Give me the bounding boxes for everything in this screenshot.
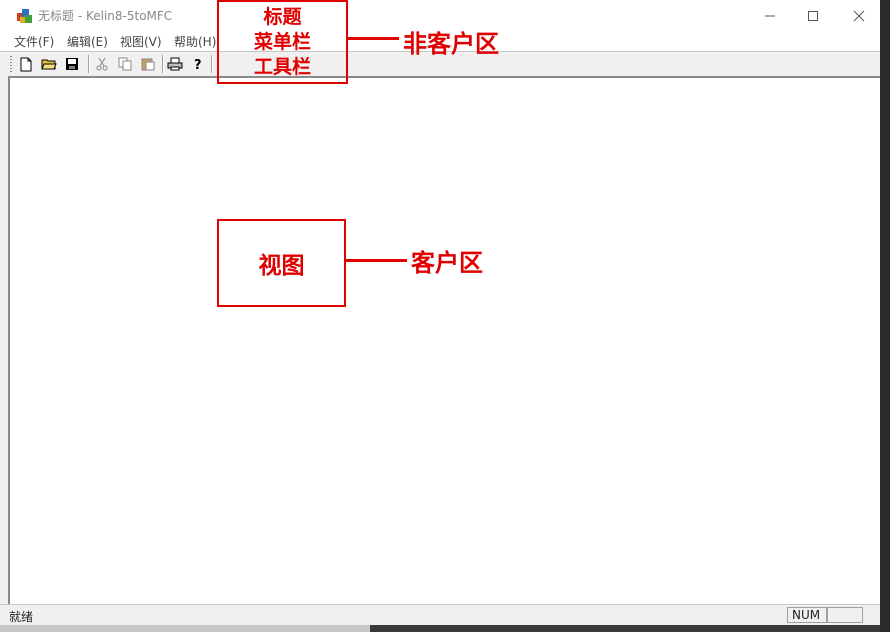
- annotation-title-text: 标题: [263, 5, 302, 28]
- help-button[interactable]: ?: [189, 55, 207, 73]
- paste-button[interactable]: [139, 55, 157, 73]
- window-title: 无标题 - Kelin8-5toMFC: [38, 9, 173, 23]
- minimize-button[interactable]: [747, 0, 793, 31]
- print-icon: [167, 57, 183, 71]
- close-button[interactable]: [836, 0, 882, 31]
- menu-file[interactable]: 文件(F): [14, 33, 54, 50]
- toolbar-separator: [88, 55, 90, 73]
- open-button[interactable]: [40, 55, 58, 73]
- mfc-app-icon: [16, 7, 34, 25]
- maximize-button[interactable]: [790, 0, 836, 31]
- copy-button[interactable]: [116, 55, 134, 73]
- annotation-label-client: 客户区: [411, 249, 483, 277]
- toolbar-separator: [211, 55, 213, 73]
- desktop-background-right: [880, 0, 890, 632]
- copy-icon: [118, 57, 132, 71]
- annotation-line-nonclient: [347, 37, 399, 40]
- close-icon: [853, 10, 865, 21]
- annotation-label-nonclient: 非客户区: [403, 30, 499, 58]
- desktop-background-bottom: [0, 624, 880, 632]
- status-bar: 就绪 NUM: [0, 604, 880, 625]
- open-folder-icon: [41, 59, 57, 70]
- status-pane-empty: [827, 607, 863, 623]
- status-text: 就绪: [9, 610, 34, 624]
- annotation-line-client: [345, 259, 407, 262]
- new-button[interactable]: [17, 55, 35, 73]
- app-window: 无标题 - Kelin8-5toMFC 文件(F) 编辑(E) 视图(V) 帮助…: [0, 0, 882, 625]
- annotation-box-nonclient: 标题 菜单栏 工具栏: [217, 0, 348, 84]
- maximize-icon: [808, 10, 818, 21]
- new-file-icon: [20, 57, 32, 71]
- num-lock-indicator: NUM: [787, 607, 827, 623]
- cut-button[interactable]: [93, 55, 111, 73]
- client-view-area[interactable]: [8, 76, 880, 604]
- toolbar-grip[interactable]: [10, 56, 12, 72]
- window-frame-left: [0, 75, 8, 605]
- print-button[interactable]: [166, 55, 184, 73]
- annotation-toolbar-text: 工具栏: [253, 55, 311, 78]
- minimize-icon: [765, 15, 775, 16]
- help-icon: ?: [194, 58, 202, 71]
- svg-text:?: ?: [194, 58, 202, 71]
- annotation-view-text: 视图: [258, 253, 305, 279]
- menu-view[interactable]: 视图(V): [120, 33, 162, 50]
- save-button[interactable]: [63, 55, 81, 73]
- toolbar-separator: [162, 55, 164, 73]
- annotation-menubar-text: 菜单栏: [253, 30, 311, 53]
- annotation-box-view: 视图: [217, 219, 346, 307]
- paste-icon: [141, 58, 155, 71]
- menu-help[interactable]: 帮助(H): [174, 33, 216, 50]
- save-icon: [66, 58, 78, 70]
- menu-edit[interactable]: 编辑(E): [67, 33, 108, 50]
- cut-icon: [96, 57, 108, 71]
